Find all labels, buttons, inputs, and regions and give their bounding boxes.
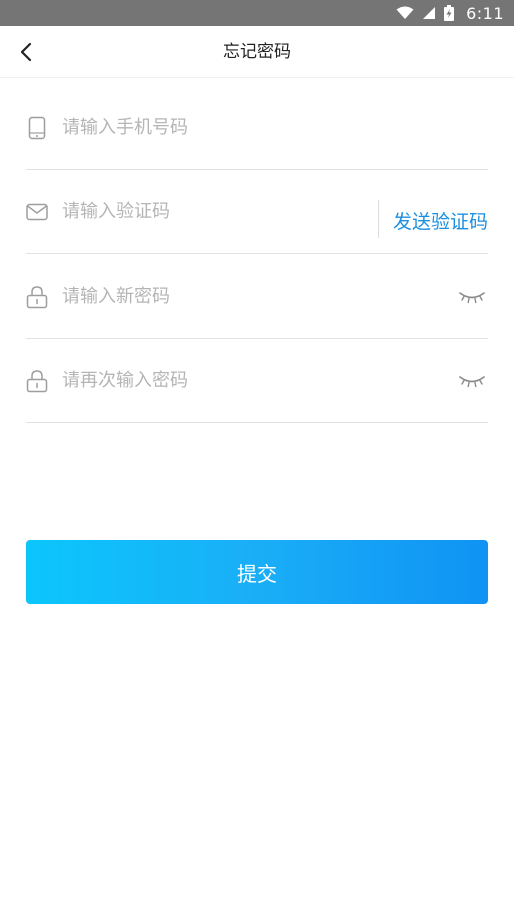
page-title: 忘记密码 [223, 42, 291, 62]
phone-icon [26, 116, 48, 140]
mail-icon [26, 200, 48, 224]
submit-button[interactable]: 提交 [26, 540, 488, 604]
code-divider [378, 200, 379, 238]
new-password-input[interactable] [62, 278, 442, 315]
wifi-icon [396, 6, 414, 19]
battery-charging-icon [444, 5, 455, 21]
cell-signal-icon [423, 7, 436, 19]
phone-field [26, 86, 488, 170]
code-input[interactable] [62, 193, 362, 230]
code-field: 发送验证码 [26, 170, 488, 254]
send-code-button[interactable]: 发送验证码 [393, 200, 488, 244]
eye-closed-icon[interactable] [458, 371, 486, 391]
lock-icon [26, 285, 48, 309]
new-password-field [26, 255, 488, 339]
status-bar: 6:11 [0, 0, 514, 26]
eye-closed-icon[interactable] [458, 287, 486, 307]
phone-input[interactable] [62, 109, 442, 146]
status-time: 6:11 [466, 3, 504, 23]
lock-icon [26, 369, 48, 393]
confirm-password-field [26, 339, 488, 423]
nav-bar: 忘记密码 [0, 26, 514, 78]
confirm-password-input[interactable] [62, 362, 442, 399]
